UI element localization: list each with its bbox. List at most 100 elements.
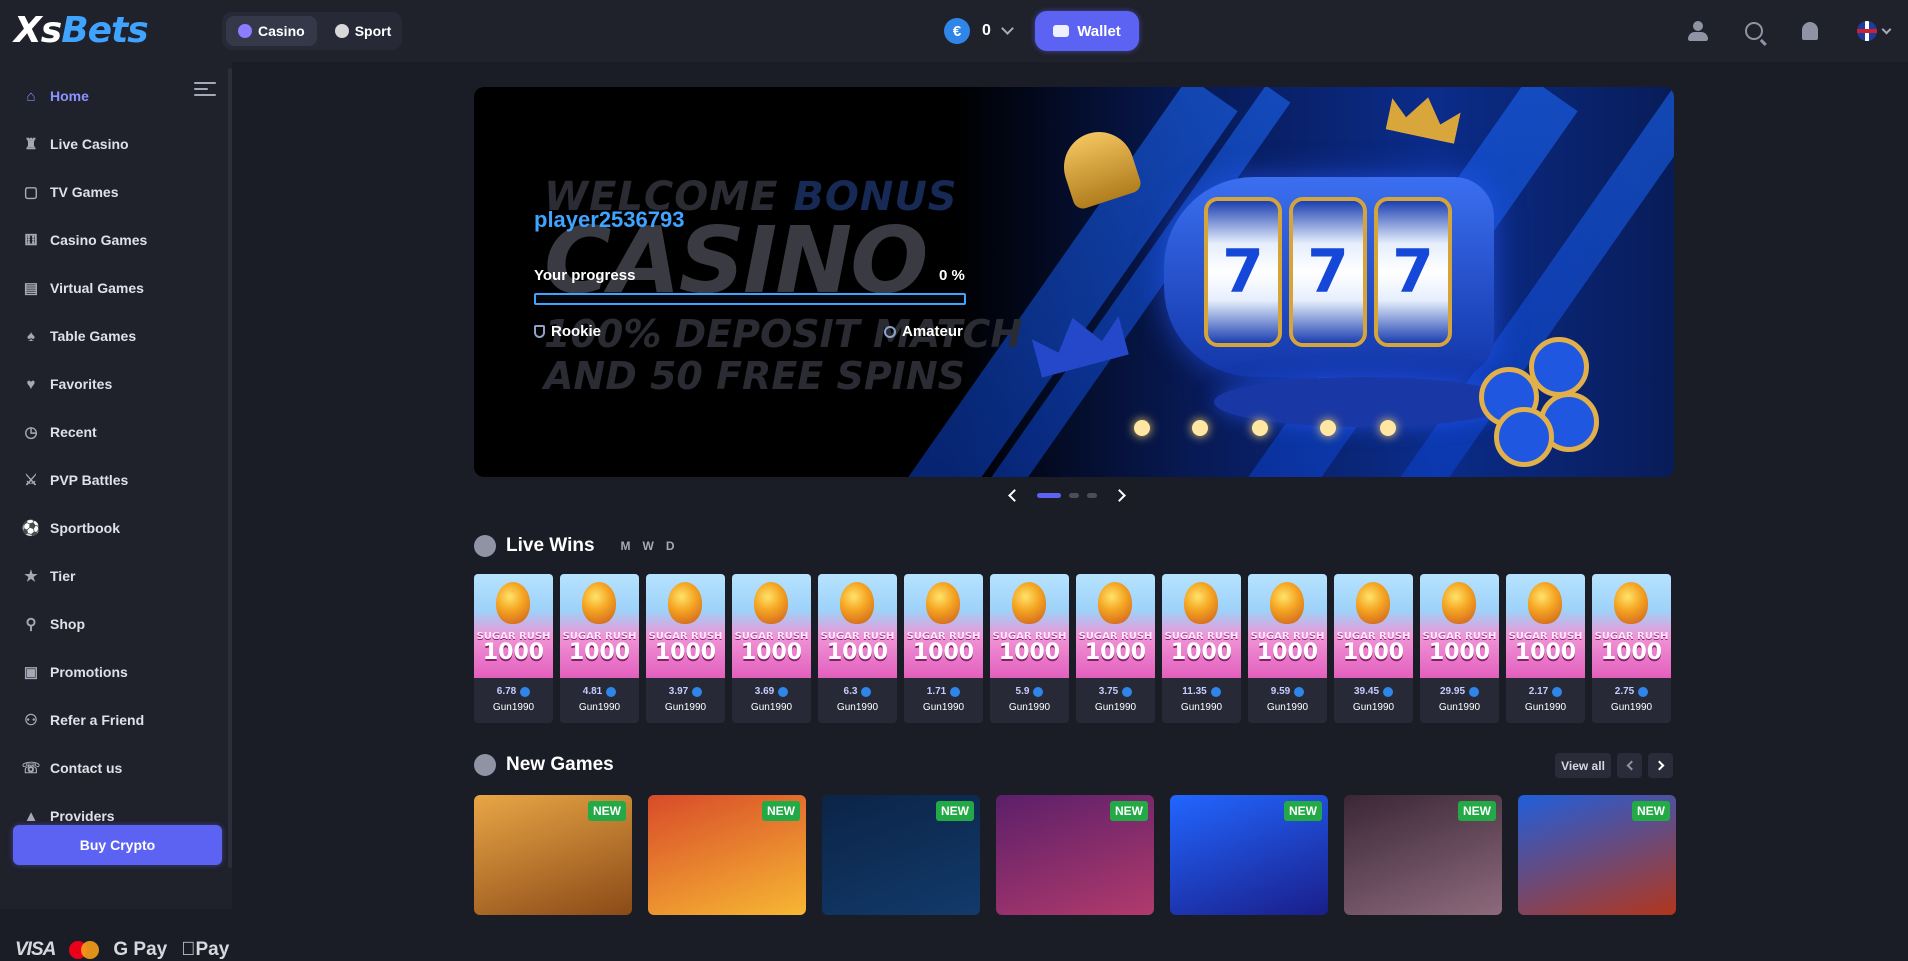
winner-name: Gun1990 <box>1180 702 1223 713</box>
sidebar-item-shop[interactable]: ⚲ Shop <box>0 600 228 648</box>
sidebar-item-label: PVP Battles <box>50 472 129 488</box>
sidebar-item-recent[interactable]: ◷ Recent <box>0 408 228 456</box>
live-win-card[interactable]: SUGAR RUSH 1000 2.17 Gun1990 <box>1506 574 1585 723</box>
slide-dot[interactable] <box>1087 492 1097 498</box>
balance-selector[interactable]: € 0 <box>944 14 1014 48</box>
sidebar-item-tv-games[interactable]: ▢ TV Games <box>0 168 228 216</box>
winner-name: Gun1990 <box>836 702 879 713</box>
new-game-card[interactable]: NEW <box>1344 795 1502 915</box>
live-win-card[interactable]: SUGAR RUSH 1000 2.75 Gun1990 <box>1592 574 1671 723</box>
sidebar-item-label: Contact us <box>50 760 123 776</box>
sidebar-item-home[interactable]: ⌂ Home <box>0 72 228 120</box>
xsbets-logo[interactable]: XsBets <box>14 10 149 51</box>
game-thumbnail: SUGAR RUSH 1000 <box>1420 574 1499 678</box>
visa-logo: VISA <box>15 939 56 960</box>
cart-icon: ⚲ <box>25 616 37 633</box>
sidebar-item-label: Promotions <box>50 664 128 680</box>
view-all-button[interactable]: View all <box>1555 753 1611 778</box>
chevron-down-icon <box>1881 24 1891 34</box>
hero-banner[interactable]: WELCOME BONUS CASINO 100% DEPOSIT MATCH … <box>474 87 1674 477</box>
apple-pay-logo: Pay <box>181 939 229 960</box>
sidebar-item-label: Favorites <box>50 376 113 392</box>
winner-name: Gun1990 <box>578 702 621 713</box>
live-win-card[interactable]: SUGAR RUSH 1000 3.97 Gun1990 <box>646 574 725 723</box>
live-win-card[interactable]: SUGAR RUSH 1000 6.78 Gun1990 <box>474 574 553 723</box>
sidebar-item-label: Providers <box>50 808 115 824</box>
win-amount: 3.75 <box>1076 686 1155 697</box>
current-tier: Rookie <box>534 323 601 340</box>
casino-mode-button[interactable]: Casino <box>226 16 317 46</box>
sidebar-item-virtual-games[interactable]: ▤ Virtual Games <box>0 264 228 312</box>
buy-crypto-button[interactable]: Buy Crypto <box>13 825 222 865</box>
sport-mode-button[interactable]: Sport <box>323 16 404 46</box>
period-day[interactable]: D <box>666 539 675 553</box>
game-thumbnail: SUGAR RUSH 1000 <box>732 574 811 678</box>
euro-coin-icon <box>1552 686 1563 697</box>
dice-icon: ⚅ <box>24 232 38 249</box>
sidebar-item-tier[interactable]: ★ Tier <box>0 552 228 600</box>
new-game-card[interactable]: NEW <box>996 795 1154 915</box>
winner-name: Gun1990 <box>1094 702 1137 713</box>
new-game-card[interactable]: NEW <box>1170 795 1328 915</box>
live-win-card[interactable]: SUGAR RUSH 1000 9.59 Gun1990 <box>1248 574 1327 723</box>
sidebar-item-promotions[interactable]: ▣ Promotions <box>0 648 228 696</box>
live-wins-header: Live Wins M W D <box>474 535 675 557</box>
period-month[interactable]: M <box>621 539 631 553</box>
game-thumbnail: SUGAR RUSH 1000 <box>474 574 553 678</box>
slide-dot[interactable] <box>1069 492 1079 498</box>
live-win-card[interactable]: SUGAR RUSH 1000 1.71 Gun1990 <box>904 574 983 723</box>
win-amount: 4.81 <box>560 686 639 697</box>
chevron-right-icon[interactable] <box>1113 488 1126 502</box>
live-win-card[interactable]: SUGAR RUSH 1000 29.95 Gun1990 <box>1420 574 1499 723</box>
chevron-down-icon <box>1001 22 1014 35</box>
next-tier: Amateur <box>884 323 963 340</box>
win-amount: 6.78 <box>474 686 553 697</box>
new-games-next-button[interactable] <box>1648 753 1673 778</box>
new-game-card[interactable]: NEW <box>822 795 980 915</box>
sidebar-item-favorites[interactable]: ♥ Favorites <box>0 360 228 408</box>
live-win-card[interactable]: SUGAR RUSH 1000 5.9 Gun1990 <box>990 574 1069 723</box>
new-badge: NEW <box>1284 801 1322 821</box>
live-win-card[interactable]: SUGAR RUSH 1000 39.45 Gun1990 <box>1334 574 1413 723</box>
sidebar-nav: ⌂ Home ♜ Live Casino ▢ TV Games ⚅ Casino Games ▤… <box>0 72 228 840</box>
new-game-card[interactable]: NEW <box>474 795 632 915</box>
live-win-card[interactable]: SUGAR RUSH 1000 11.35 Gun1990 <box>1162 574 1241 723</box>
euro-coin-icon <box>692 686 703 697</box>
player-progress-card: player2536793 Your progress 0 % Rookie A… <box>534 207 984 447</box>
search-button[interactable] <box>1726 8 1782 54</box>
win-amount: 5.9 <box>990 686 1069 697</box>
support-icon: ☏ <box>21 760 41 777</box>
sidebar-item-casino-games[interactable]: ⚅ Casino Games <box>0 216 228 264</box>
new-games-title: New Games <box>506 754 614 775</box>
new-games-prev-button[interactable] <box>1617 753 1642 778</box>
chevron-left-icon[interactable] <box>1008 488 1021 502</box>
notifications-button[interactable] <box>1782 8 1838 54</box>
win-amount: 3.69 <box>732 686 811 697</box>
live-win-card[interactable]: SUGAR RUSH 1000 4.81 Gun1990 <box>560 574 639 723</box>
period-week[interactable]: W <box>643 539 654 553</box>
sidebar-item-live-casino[interactable]: ♜ Live Casino <box>0 120 228 168</box>
heart-icon: ♥ <box>26 375 36 393</box>
winner-name: Gun1990 <box>664 702 707 713</box>
crown-illustration <box>1386 90 1463 144</box>
slide-dot[interactable] <box>1037 492 1061 498</box>
language-selector[interactable] <box>1838 8 1908 54</box>
sidebar-item-table-games[interactable]: ♠ Table Games <box>0 312 228 360</box>
sidebar-item-contact-us[interactable]: ☏ Contact us <box>0 744 228 792</box>
new-game-card[interactable]: NEW <box>1518 795 1676 915</box>
sidebar-item-pvp-battles[interactable]: ⚔ PVP Battles <box>0 456 228 504</box>
live-win-card[interactable]: SUGAR RUSH 1000 3.69 Gun1990 <box>732 574 811 723</box>
sidebar-scrollbar[interactable] <box>228 68 232 868</box>
balance-value: 0 <box>982 22 991 39</box>
chess-icon: ♜ <box>24 136 38 153</box>
sidebar-item-refer-a-friend[interactable]: ⚇ Refer a Friend <box>0 696 228 744</box>
live-win-card[interactable]: SUGAR RUSH 1000 6.3 Gun1990 <box>818 574 897 723</box>
euro-coin-icon <box>1210 686 1221 697</box>
live-win-card[interactable]: SUGAR RUSH 1000 3.75 Gun1990 <box>1076 574 1155 723</box>
wallet-button[interactable]: Wallet <box>1035 11 1139 51</box>
new-game-card[interactable]: NEW <box>648 795 806 915</box>
sidebar-item-sportbook[interactable]: ⚽ Sportbook <box>0 504 228 552</box>
game-thumbnail: SUGAR RUSH 1000 <box>904 574 983 678</box>
banner-pagination <box>1008 487 1140 503</box>
profile-button[interactable] <box>1670 8 1726 54</box>
